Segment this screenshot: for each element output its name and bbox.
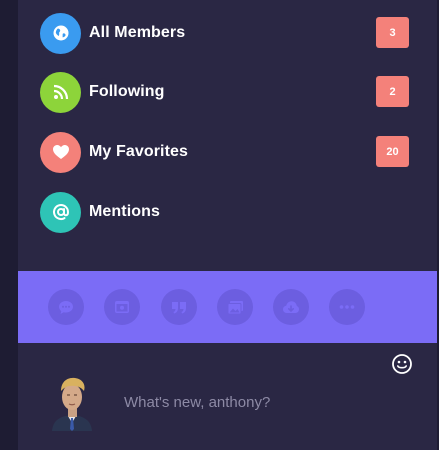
cloud-upload-icon [283, 301, 299, 313]
nav-label-following: Following [89, 83, 165, 100]
gallery-icon [227, 300, 243, 314]
browser-button[interactable] [104, 289, 140, 325]
quote-icon [172, 301, 186, 313]
post-toolbar [18, 271, 437, 343]
quote-button[interactable] [161, 289, 197, 325]
chat-button[interactable] [48, 289, 84, 325]
avatar[interactable] [48, 373, 96, 431]
rss-icon [40, 71, 81, 113]
at-icon [40, 191, 81, 233]
count-badge-following: 2 [376, 76, 409, 107]
nav-label-my-favorites: My Favorites [89, 143, 189, 160]
nav-item-mentions[interactable]: Mentions [40, 191, 410, 233]
more-button[interactable] [329, 289, 365, 325]
chat-icon [59, 300, 73, 314]
gallery-button[interactable] [217, 289, 253, 325]
nav-item-my-favorites[interactable]: My Favorites 20 [40, 131, 410, 173]
whats-new-input[interactable] [124, 389, 404, 415]
browser-icon [115, 301, 129, 313]
count-badge-my-favorites: 20 [376, 136, 409, 167]
count-badge-all-members: 3 [376, 17, 409, 48]
heart-icon [40, 131, 81, 173]
nav-label-mentions: Mentions [89, 203, 161, 220]
globe-icon [40, 12, 81, 54]
nav-item-following[interactable]: Following 2 [40, 71, 410, 113]
more-icon [339, 305, 355, 309]
post-composer [18, 343, 437, 450]
cloud-upload-button[interactable] [273, 289, 309, 325]
nav-label-all-members: All Members [89, 24, 186, 41]
nav-item-all-members[interactable]: All Members 3 [40, 12, 410, 54]
smiley-icon[interactable] [391, 353, 413, 375]
activity-panel: All Members 3 Following 2 My Favorites 2… [18, 0, 437, 450]
